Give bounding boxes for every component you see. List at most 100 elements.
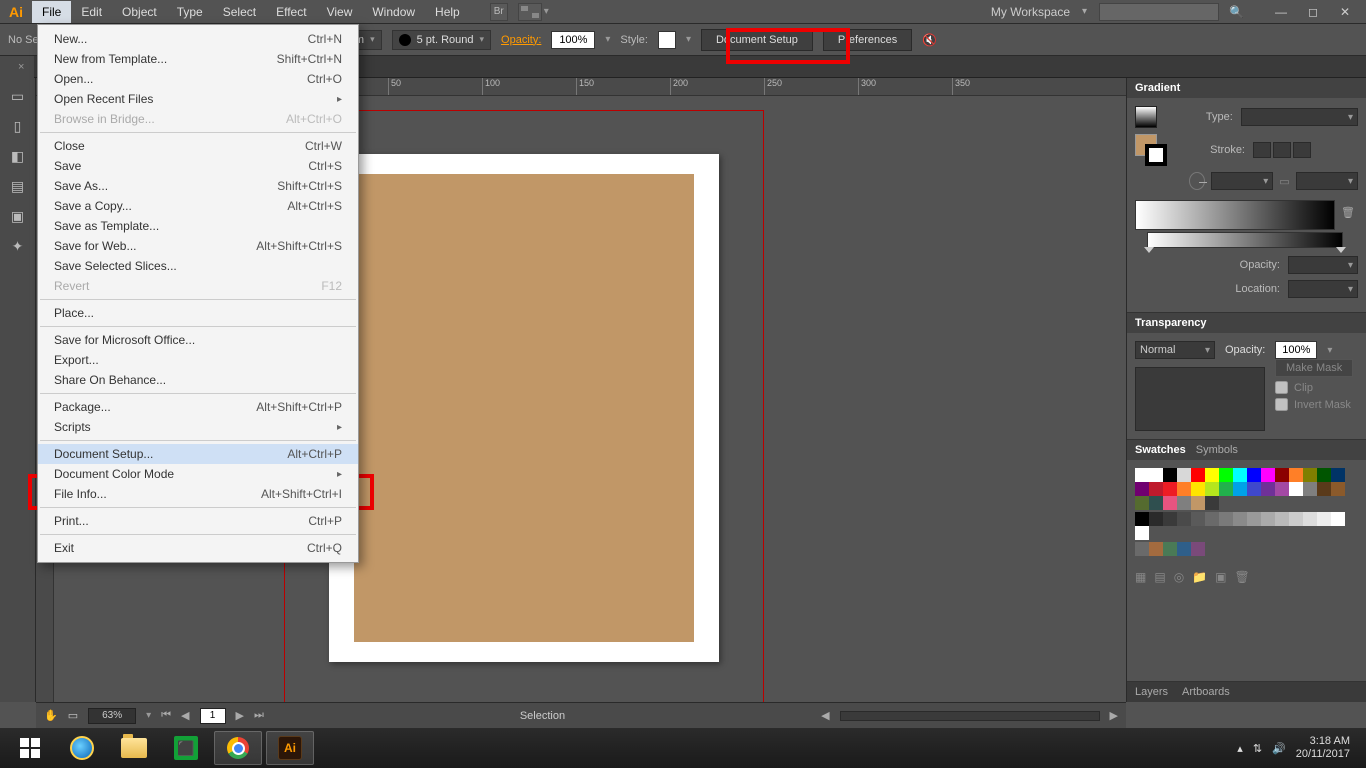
swatch[interactable] [1233,482,1247,496]
angle-icon[interactable] [1189,172,1205,190]
menu-item-package[interactable]: Package...Alt+Shift+Ctrl+P [38,397,358,417]
close-button[interactable]: ✕ [1332,3,1358,21]
document-setup-button[interactable]: Document Setup [701,29,813,51]
artboard-nav-icon[interactable]: ▭ [68,709,78,722]
stop-opacity-dropdown[interactable]: ▾ [1288,256,1358,274]
menu-item-share-on-behance[interactable]: Share On Behance... [38,370,358,390]
gradient-tab[interactable]: Gradient [1135,82,1180,94]
artboard-number-input[interactable] [200,708,226,724]
swatch[interactable] [1303,512,1317,526]
chevron-down-icon[interactable]: ▾ [686,34,691,45]
store-taskbar-icon[interactable]: ⬛ [162,731,210,765]
swatch[interactable] [1135,512,1149,526]
swatch[interactable] [1163,482,1177,496]
aspect-dropdown[interactable]: ▾ [1296,172,1358,190]
bridge-icon[interactable]: Br [490,3,508,21]
rectangle-shape[interactable] [354,174,694,642]
text-tool-icon[interactable]: ▣ [6,204,30,228]
gradient-slider[interactable] [1147,232,1343,248]
swatch[interactable] [1205,496,1219,510]
menu-item-export[interactable]: Export... [38,350,358,370]
menu-item-open-recent-files[interactable]: Open Recent Files [38,89,358,109]
minimize-button[interactable]: — [1268,3,1294,21]
chrome-taskbar-icon[interactable] [214,731,262,765]
swatch[interactable] [1205,468,1219,482]
angle-dropdown[interactable]: ▾ [1211,172,1273,190]
swatch[interactable] [1149,542,1163,556]
hand-tool-icon[interactable]: ✋ [44,709,58,722]
swatch[interactable] [1191,542,1205,556]
swatch[interactable] [1275,482,1289,496]
start-button[interactable] [6,731,54,765]
illustrator-taskbar-icon[interactable]: Ai [266,731,314,765]
volume-icon[interactable]: 🔊 [1272,742,1286,755]
swatch[interactable] [1177,482,1191,496]
swatch[interactable] [1135,496,1149,510]
swatch[interactable] [1247,468,1261,482]
menu-item-save-selected-slices[interactable]: Save Selected Slices... [38,256,358,276]
swatch[interactable] [1331,468,1345,482]
swatch[interactable] [1247,512,1261,526]
swatch[interactable] [1261,468,1275,482]
menu-item-exit[interactable]: ExitCtrl+Q [38,538,358,558]
search-icon[interactable]: 🔍 [1229,5,1244,19]
menu-item-scripts[interactable]: Scripts [38,417,358,437]
zoom-input[interactable] [88,708,136,724]
menu-edit[interactable]: Edit [71,1,112,23]
arrange-docs-icon[interactable] [518,3,542,21]
prev-artboard-icon[interactable]: ◀ [181,709,189,722]
menu-help[interactable]: Help [425,1,470,23]
swatch[interactable] [1177,542,1191,556]
gradient-ramp[interactable] [1135,200,1335,230]
artboards-tab[interactable]: Artboards [1182,686,1230,698]
ie-taskbar-icon[interactable] [58,731,106,765]
swatch-lib-icon[interactable]: ▦ [1135,570,1146,584]
clip-checkbox[interactable]: Clip [1275,381,1353,394]
transparency-tab[interactable]: Transparency [1135,317,1207,329]
document-tab[interactable]: × [0,56,34,78]
make-mask-button[interactable]: Make Mask [1275,359,1353,377]
swatch[interactable] [1177,512,1191,526]
menu-item-document-color-mode[interactable]: Document Color Mode [38,464,358,484]
menu-item-print[interactable]: Print...Ctrl+P [38,511,358,531]
new-swatch-icon[interactable]: ▣ [1215,570,1226,584]
shape-builder-icon[interactable]: ◧ [6,144,30,168]
swatch[interactable] [1149,496,1163,510]
swatch[interactable] [1275,512,1289,526]
swatch[interactable] [1219,482,1233,496]
stroke-gradient-modes[interactable] [1253,142,1311,158]
swatch[interactable] [1163,468,1177,482]
swatch[interactable] [1163,496,1177,510]
swatch[interactable] [1177,468,1191,482]
menu-item-new-from-template[interactable]: New from Template...Shift+Ctrl+N [38,49,358,69]
swatch[interactable] [1247,482,1261,496]
swatch[interactable] [1191,496,1205,510]
trans-opacity-input[interactable] [1275,341,1317,359]
menu-item-file-info[interactable]: File Info...Alt+Shift+Ctrl+I [38,484,358,504]
workspace-switcher[interactable]: My Workspace [985,3,1076,21]
next-artboard-icon[interactable]: ▶ [236,709,244,722]
speaker-icon[interactable]: 🔇 [922,33,937,47]
opacity-label[interactable]: Opacity: [501,34,541,46]
menu-item-open[interactable]: Open...Ctrl+O [38,69,358,89]
menu-item-save-as[interactable]: Save As...Shift+Ctrl+S [38,176,358,196]
swatch[interactable] [1163,512,1177,526]
symbols-tab[interactable]: Symbols [1196,444,1238,456]
chevron-down-icon[interactable]: ▾ [544,6,549,17]
swatch[interactable] [1135,468,1149,482]
blend-mode-dropdown[interactable]: Normal▾ [1135,341,1215,359]
swatch[interactable] [1303,468,1317,482]
swatch[interactable] [1177,496,1191,510]
swatch[interactable] [1219,512,1233,526]
first-artboard-icon[interactable]: ⏮ [161,709,171,722]
swatch[interactable] [1289,468,1303,482]
graph-tool-icon[interactable]: ▤ [6,174,30,198]
swatch[interactable] [1205,482,1219,496]
chevron-down-icon[interactable]: ▾ [605,34,610,45]
swatch[interactable] [1205,512,1219,526]
swatch[interactable] [1331,482,1345,496]
swatch[interactable] [1135,542,1149,556]
swatch[interactable] [1135,526,1149,540]
swatch[interactable] [1289,512,1303,526]
swatch[interactable] [1149,468,1163,482]
